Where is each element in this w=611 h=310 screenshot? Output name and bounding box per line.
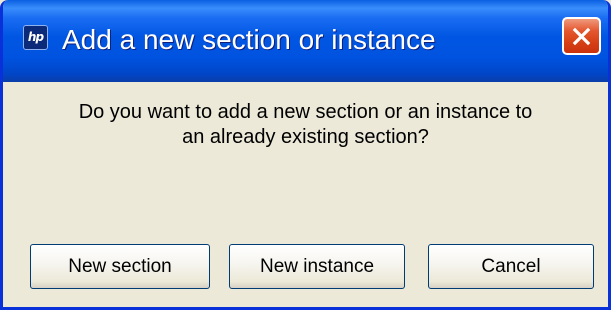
hp-icon: hp (23, 25, 48, 50)
dialog-message: Do you want to add a new section or an i… (3, 100, 608, 150)
new-section-button[interactable]: New section (30, 244, 210, 289)
message-line-1: Do you want to add a new section or an i… (78, 101, 533, 123)
cancel-button[interactable]: Cancel (428, 244, 594, 289)
close-button[interactable] (562, 17, 601, 55)
dialog-window: hp Add a new section or instance Do you … (0, 0, 611, 310)
title-bar[interactable]: hp Add a new section or instance (3, 0, 608, 82)
message-line-2: an already existing section? (182, 126, 429, 148)
new-instance-button[interactable]: New instance (229, 244, 405, 289)
dialog-title: Add a new section or instance (62, 24, 436, 55)
close-icon (572, 27, 591, 46)
